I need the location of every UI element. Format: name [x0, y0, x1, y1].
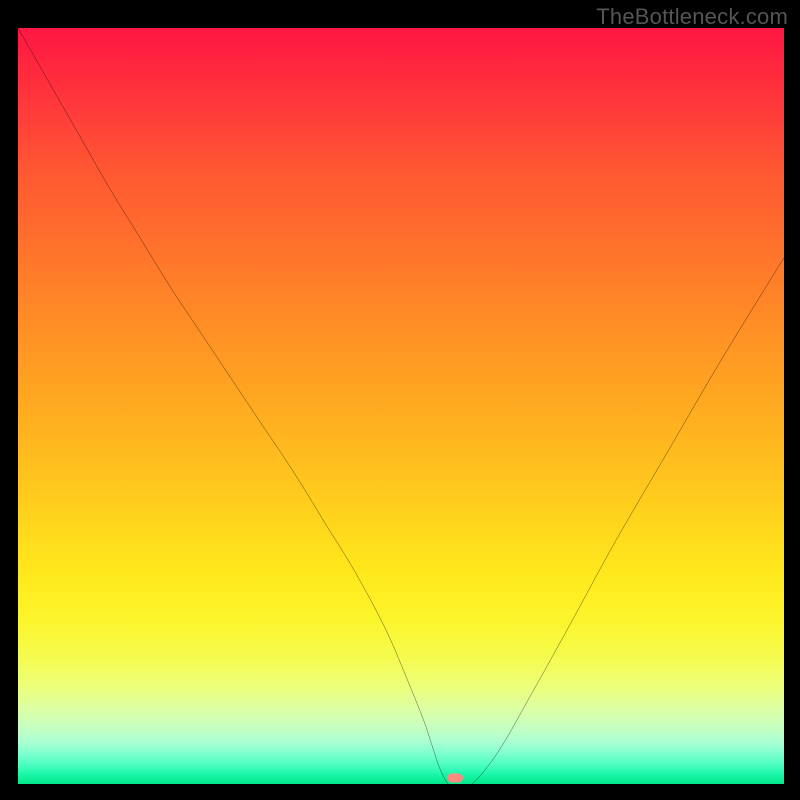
chart-frame: TheBottleneck.com: [0, 0, 800, 800]
min-marker: [447, 773, 463, 782]
watermark-label: TheBottleneck.com: [596, 4, 788, 30]
plot-area: [18, 28, 784, 784]
curve-path: [18, 28, 784, 791]
bottleneck-curve: [18, 28, 784, 794]
